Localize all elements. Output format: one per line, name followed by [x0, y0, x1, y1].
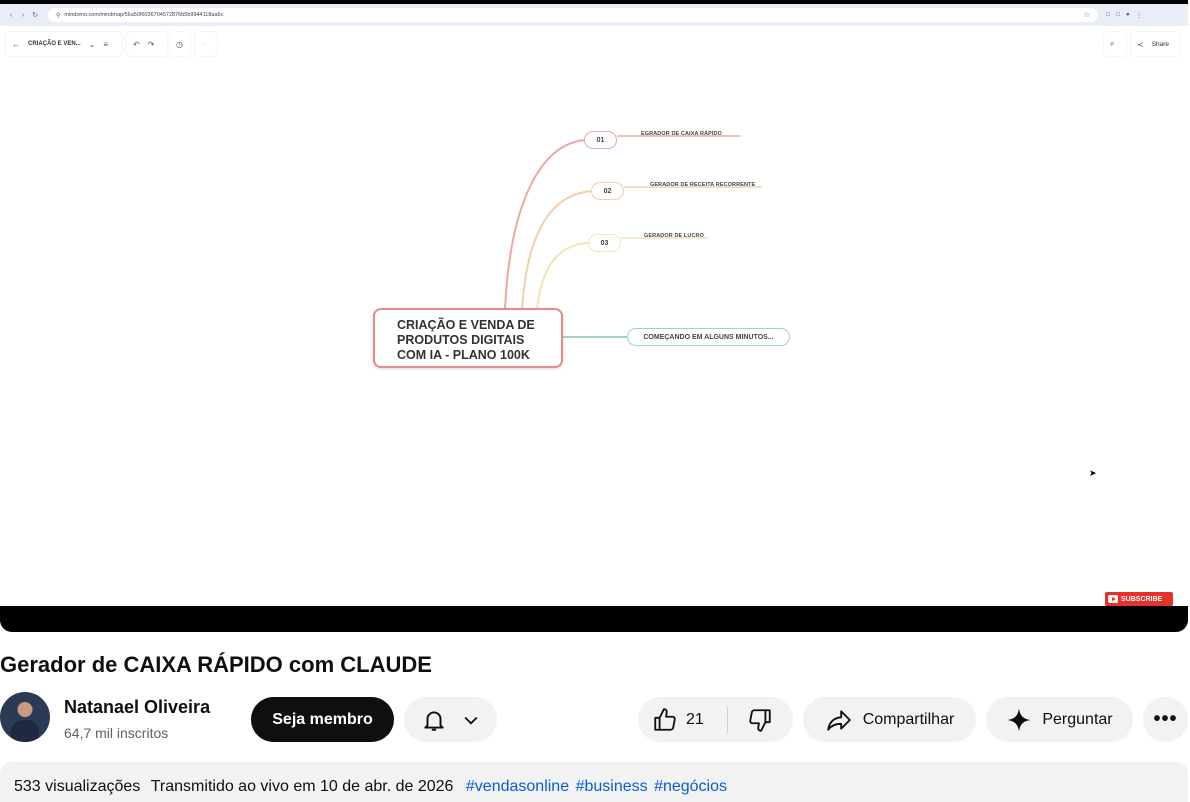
- branch-label-02: GERADOR DE RECEITA RECORRENTE: [650, 182, 756, 188]
- like-dislike-group: 21: [638, 697, 793, 742]
- branch-label-03: GERADOR DE LUCRO: [644, 233, 704, 239]
- branch-node-01: 01: [584, 131, 617, 149]
- share-label: Compartilhar: [862, 710, 955, 728]
- subscriber-count: 64,7 mil inscritos: [64, 725, 169, 741]
- description-box[interactable]: 533 visualizações Transmitido ao vivo em…: [0, 762, 1188, 802]
- video-title: Gerador de CAIXA RÁPIDO com CLAUDE: [0, 652, 432, 677]
- more-horizontal-icon: •••: [1153, 708, 1178, 730]
- hashtag-link[interactable]: #negócios: [654, 778, 727, 795]
- notifications-button[interactable]: [404, 697, 497, 742]
- channel-avatar[interactable]: [0, 692, 50, 742]
- central-topic-line-1: CRIAÇÃO E VENDA DE: [397, 318, 535, 332]
- central-topic-line-2: PRODUTOS DIGITAIS: [397, 333, 525, 347]
- sparkle-icon: [1007, 707, 1032, 732]
- like-button[interactable]: 21: [638, 697, 727, 742]
- more-actions-button[interactable]: •••: [1143, 697, 1188, 742]
- video-frame: ‹ › ↻ ⚲ mindomo.com/mindmap/56a50f603670…: [0, 4, 1188, 606]
- central-topic-line-3: COM IA - PLANO 100K: [397, 348, 530, 362]
- chevron-down-icon: [464, 716, 477, 725]
- share-button[interactable]: Compartilhar: [803, 697, 976, 742]
- thumbs-up-icon: [654, 707, 676, 731]
- connector-03: [536, 242, 590, 310]
- channel-name[interactable]: Natanael Oliveira: [64, 697, 210, 718]
- dislike-button[interactable]: [728, 697, 792, 742]
- subscribe-watermark: SUBSCRIBE: [1105, 592, 1173, 606]
- like-count: 21: [686, 710, 704, 728]
- subscribe-label: SUBSCRIBE: [1121, 595, 1163, 603]
- central-topic: CRIAÇÃO E VENDA DE PRODUTOS DIGITAIS COM…: [373, 308, 563, 368]
- video-player[interactable]: ‹ › ↻ ⚲ mindomo.com/mindmap/56a50f603670…: [0, 0, 1188, 632]
- connector-02: [521, 190, 593, 310]
- channel-row: Natanael Oliveira 64,7 mil inscritos Sej…: [0, 692, 1190, 746]
- branch-label-01: EGRADOR DE CAIXA RÁPIDO: [641, 131, 722, 137]
- ask-button[interactable]: Perguntar: [986, 697, 1133, 742]
- stream-date: Transmitido ao vivo em 10 de abr. de 202…: [150, 778, 454, 795]
- branch-node-02: 02: [591, 182, 624, 200]
- mouse-cursor-icon: ➤: [1089, 468, 1097, 478]
- join-membership-button[interactable]: Seja membro: [251, 697, 394, 742]
- connector-01: [504, 139, 586, 310]
- branch-node-start: COMEÇANDO EM ALGUNS MINUTOS...: [627, 328, 790, 346]
- share-arrow-icon: [826, 709, 851, 731]
- view-count: 533 visualizações: [14, 778, 141, 795]
- hashtag-link[interactable]: #business: [576, 778, 648, 795]
- hashtag-link[interactable]: #vendasonline: [466, 778, 569, 795]
- mindmap-connectors: [504, 135, 762, 339]
- thumbs-down-icon: [749, 708, 771, 732]
- bell-icon: [423, 710, 444, 731]
- branch-node-03: 03: [588, 234, 621, 252]
- youtube-play-icon: [1108, 595, 1118, 603]
- ask-label: Perguntar: [1042, 710, 1113, 728]
